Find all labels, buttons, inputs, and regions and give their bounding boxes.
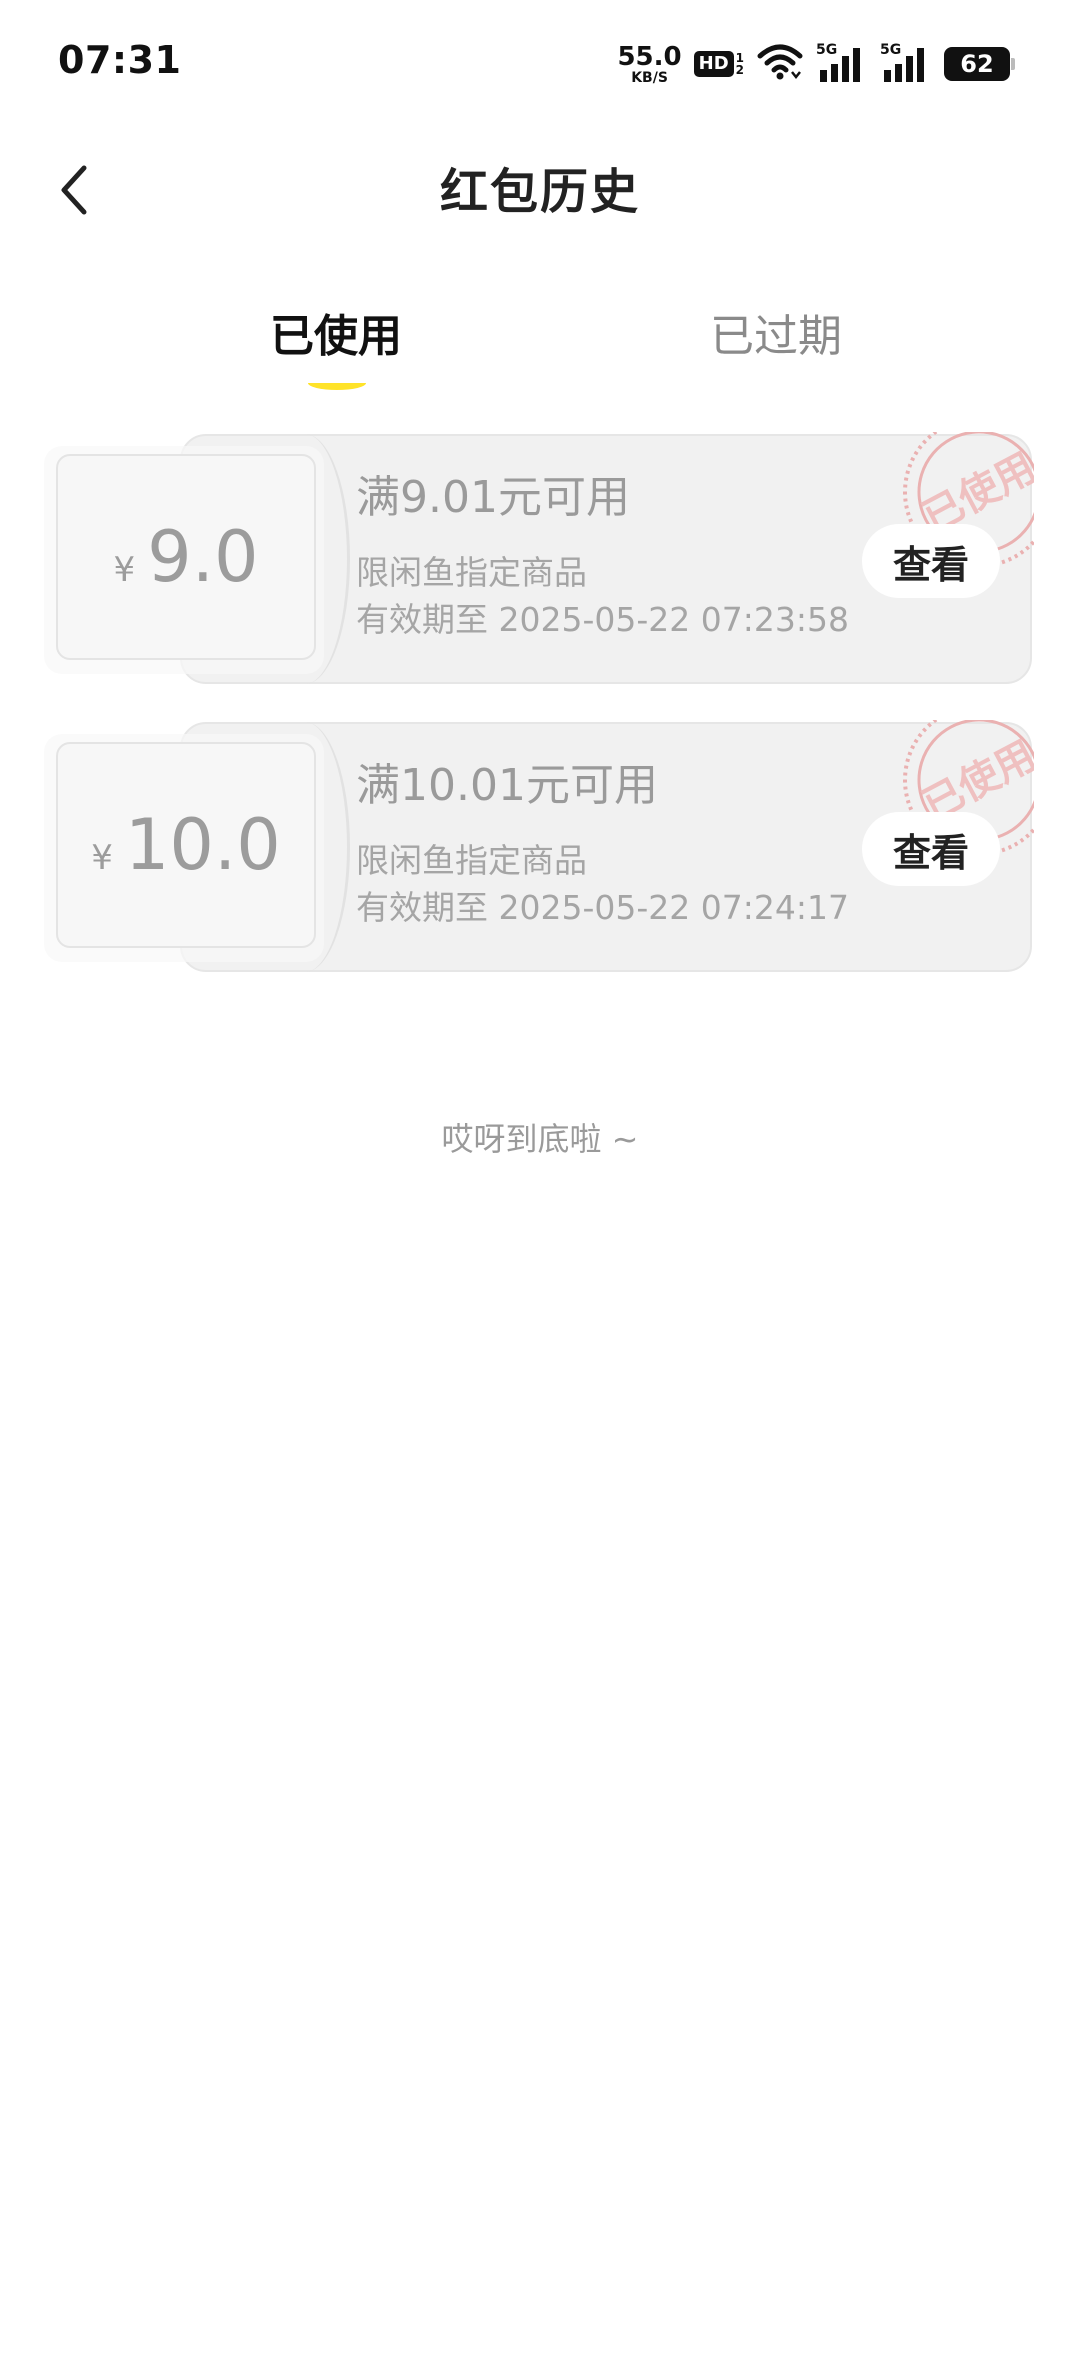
currency-symbol: ¥: [113, 550, 136, 590]
coupon-expiry: 有效期至 2025-05-22 07:24:17: [356, 888, 849, 928]
coupon-info: 满10.01元可用 限闲鱼指定商品 有效期至 2025-05-22 07:24:…: [356, 760, 876, 928]
coupon-amount: ¥ 9.0: [114, 516, 259, 598]
active-tab-indicator: [308, 376, 366, 390]
coupon-card: ¥ 9.0 满9.01元可用 限闲鱼指定商品 有效期至 2025-05-22 0…: [44, 432, 1034, 688]
tab-expired[interactable]: 已过期: [710, 300, 842, 364]
coupon-amount-box: ¥ 10.0: [56, 742, 316, 948]
page-title: 红包历史: [439, 164, 640, 220]
currency-symbol: ¥: [91, 838, 113, 878]
view-button[interactable]: 查看: [862, 524, 1000, 598]
battery-level: 62: [960, 50, 994, 78]
hd-sub-2: 2: [735, 63, 744, 77]
status-bar: 07:31 55.0 KB/S HD 1 2 5G 5G 62: [0, 0, 1080, 130]
status-time: 07:31: [58, 38, 182, 82]
coupon-scope: 限闲鱼指定商品: [356, 840, 587, 880]
signal-icon-sim1: 5G: [816, 42, 868, 84]
coupon-info: 满9.01元可用 限闲鱼指定商品 有效期至 2025-05-22 07:23:5…: [356, 472, 876, 640]
network-speed-unit: KB/S: [631, 69, 668, 86]
end-of-list-text: 哎呀到底啦 ~: [441, 1120, 639, 1158]
coupon-expiry: 有效期至 2025-05-22 07:23:58: [356, 600, 849, 640]
tab-used[interactable]: 已使用: [270, 300, 402, 364]
coupon-amount-box: ¥ 9.0: [56, 454, 316, 660]
battery-icon: 62: [944, 47, 1015, 81]
tab-bar: 已使用 已过期: [0, 300, 1080, 400]
coupon-threshold: 满9.01元可用: [356, 472, 630, 523]
network-speed: 55.0 KB/S: [617, 44, 681, 85]
hd-label: HD: [693, 51, 734, 77]
signal-icon-sim2: 5G: [880, 42, 932, 84]
coupon-scope: 限闲鱼指定商品: [356, 552, 587, 592]
view-button[interactable]: 查看: [862, 812, 1000, 886]
amount-value: 9.0: [147, 516, 259, 598]
hd-icon: HD 1 2: [693, 51, 744, 77]
coupon-amount: ¥ 10.0: [91, 804, 281, 886]
coupon-threshold: 满10.01元可用: [356, 760, 658, 811]
wifi-icon: [756, 42, 804, 86]
amount-value: 10.0: [124, 804, 281, 886]
status-icons: 55.0 KB/S HD 1 2 5G 5G 62: [617, 42, 1015, 86]
network-speed-value: 55.0: [617, 41, 682, 72]
coupon-card: ¥ 10.0 满10.01元可用 限闲鱼指定商品 有效期至 2025-05-22…: [44, 720, 1034, 976]
